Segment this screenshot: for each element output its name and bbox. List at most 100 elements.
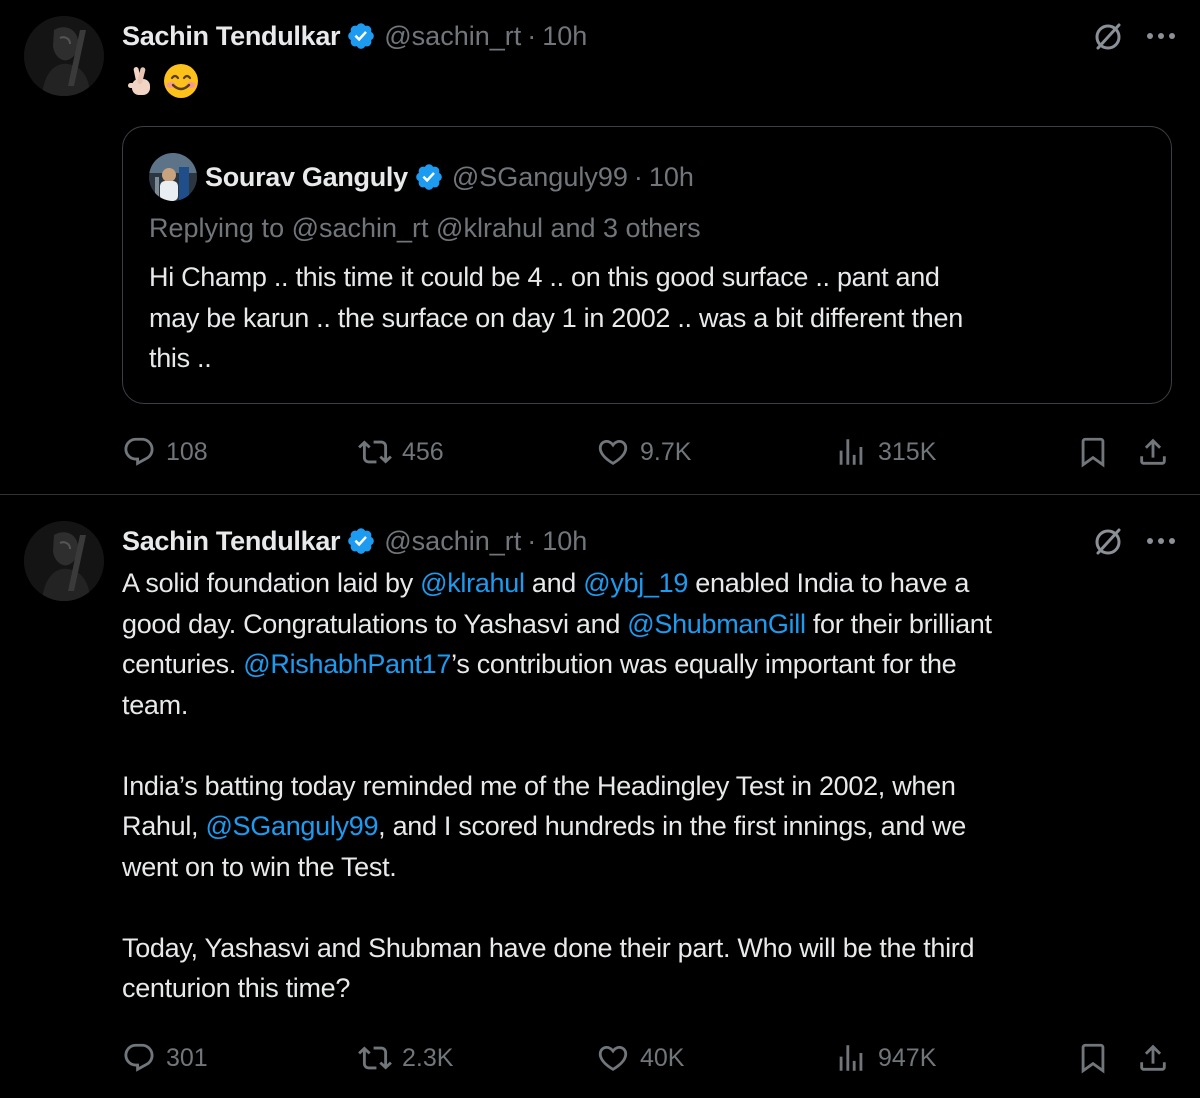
bookmark-button[interactable] <box>1076 1038 1110 1078</box>
grok-icon[interactable] <box>1092 525 1124 557</box>
like-count: 40K <box>640 1043 685 1072</box>
views-analytics-icon <box>839 1045 863 1071</box>
reply-button[interactable]: 301 <box>122 1038 208 1078</box>
tweet-text-line: team. <box>122 689 189 720</box>
tweet[interactable]: Sachin Tendulkar @sachin_rt · 10h <box>0 495 1200 1098</box>
more-options-icon[interactable] <box>1146 537 1176 545</box>
like-count: 9.7K <box>640 437 692 466</box>
grok-icon[interactable] <box>1092 20 1124 52</box>
bookmark-button[interactable] <box>1076 432 1110 472</box>
views-count: 947K <box>878 1043 937 1072</box>
tweet-text-line: went on to win the Test. <box>122 851 397 882</box>
retweet-count: 2.3K <box>402 1043 454 1072</box>
verified-badge-icon <box>414 162 444 192</box>
tweet-text-line: good day. Congratulations to Yashasvi an… <box>122 604 1182 645</box>
separator-dot: · <box>633 161 643 192</box>
verified-badge-icon <box>346 526 376 556</box>
separator-dot: · <box>527 20 537 51</box>
views-count: 315K <box>878 437 937 466</box>
share-button[interactable] <box>1136 1038 1170 1078</box>
tweet-time[interactable]: 10h <box>542 526 587 557</box>
quote-time[interactable]: 10h <box>649 162 694 193</box>
retweet-icon <box>358 440 392 464</box>
like-heart-icon <box>598 1045 628 1071</box>
author-handle[interactable]: @sachin_rt <box>384 526 521 557</box>
reply-button[interactable]: 108 <box>122 432 208 472</box>
quote-header: Sourav Ganguly @SGanguly99 · 10h <box>205 157 694 197</box>
tweet-action-bar: 301 2.3K 40K 947K <box>122 1038 1182 1078</box>
tweet-text-line: centuries. @RishabhPant17’s contribution… <box>122 644 1182 685</box>
more-options-icon[interactable] <box>1146 32 1176 40</box>
text-span: ’s contribution was equally important fo… <box>451 649 957 679</box>
author-name[interactable]: Sachin Tendulkar <box>122 526 341 557</box>
views-button[interactable]: 315K <box>834 432 936 472</box>
text-span: , and I scored hundreds in the first inn… <box>378 811 966 841</box>
reply-count: 108 <box>166 437 208 466</box>
mention-link[interactable]: @ybj_19 <box>583 568 688 598</box>
text-span: and <box>524 568 584 598</box>
views-analytics-icon <box>839 439 863 465</box>
tweet-text-line: centurion this time? <box>122 973 351 1003</box>
replying-to[interactable]: Replying to @sachin_rt @klrahul and 3 ot… <box>149 213 701 244</box>
share-button[interactable] <box>1136 432 1170 472</box>
quote-author-handle[interactable]: @SGanguly99 <box>452 162 628 193</box>
text-span: enabled India to have a <box>688 568 970 598</box>
timeline-feed: Sachin Tendulkar @sachin_rt · 10h Sourav… <box>0 0 1200 1098</box>
quote-text-line: this .. <box>149 343 212 373</box>
avatar-photo <box>24 16 104 96</box>
quote-text: Hi Champ .. this time it could be 4 .. o… <box>149 257 1149 379</box>
mention-link[interactable]: @ShubmanGill <box>627 609 806 639</box>
views-button[interactable]: 947K <box>834 1038 936 1078</box>
text-span: for their brilliant <box>805 608 992 639</box>
share-icon <box>1140 1044 1166 1071</box>
reply-count: 301 <box>166 1043 208 1072</box>
smiling-face-emoji <box>162 62 200 105</box>
like-button[interactable]: 40K <box>596 1038 684 1078</box>
quote-text-line: Hi Champ .. this time it could be 4 .. o… <box>149 262 940 292</box>
author-name[interactable]: Sachin Tendulkar <box>122 21 341 52</box>
tweet-time[interactable]: 10h <box>542 21 587 52</box>
text-span: centuries. <box>122 649 244 679</box>
bookmark-icon <box>1081 1043 1105 1074</box>
quote-avatar-photo <box>149 153 197 201</box>
tweet-text-line: India’s batting today reminded me of the… <box>122 770 956 801</box>
quote-author-avatar[interactable] <box>149 153 197 201</box>
tweet-top-actions <box>1092 521 1176 561</box>
tweet-emoji-text <box>122 62 200 105</box>
retweet-count: 456 <box>402 437 444 466</box>
tweet-header: Sachin Tendulkar @sachin_rt · 10h <box>122 16 587 56</box>
tweet-body: A solid foundation laid by @klrahul and … <box>122 563 1182 1009</box>
like-heart-icon <box>598 439 628 465</box>
tweet-text-line: Rahul, @SGanguly99, and I scored hundred… <box>122 806 1182 847</box>
bookmark-icon <box>1081 437 1105 468</box>
avatar-photo <box>24 521 104 601</box>
text-span: A solid foundation laid by <box>122 568 421 598</box>
quote-text-line: may be karun .. the surface on day 1 in … <box>149 302 963 333</box>
tweet-top-actions <box>1092 16 1176 56</box>
verified-badge-icon <box>346 21 376 51</box>
tweet[interactable]: Sachin Tendulkar @sachin_rt · 10h <box>0 0 1200 495</box>
mention-link[interactable]: @klrahul <box>420 568 525 598</box>
tweet-header: Sachin Tendulkar @sachin_rt · 10h <box>122 521 587 561</box>
author-avatar[interactable] <box>24 16 104 96</box>
retweet-button[interactable]: 456 <box>358 432 444 472</box>
share-icon <box>1140 438 1166 465</box>
reply-icon <box>124 437 154 466</box>
quoted-tweet[interactable]: Sourav Ganguly @SGanguly99 · 10h Replyin… <box>122 126 1172 404</box>
tweet-action-bar: 108 456 9.7K 315K <box>122 432 1182 472</box>
quote-author-name[interactable]: Sourav Ganguly <box>205 162 408 193</box>
tweet-text-line: A solid foundation laid by @klrahul and … <box>122 563 1182 604</box>
reply-icon <box>124 1043 154 1072</box>
separator-dot: · <box>527 525 537 556</box>
mention-link[interactable]: @RishabhPant17 <box>243 649 451 679</box>
retweet-button[interactable]: 2.3K <box>358 1038 453 1078</box>
author-handle[interactable]: @sachin_rt <box>384 21 521 52</box>
tweet-text-line: Today, Yashasvi and Shubman have done th… <box>122 932 975 963</box>
text-span: Rahul, <box>122 811 206 841</box>
like-button[interactable]: 9.7K <box>596 432 691 472</box>
text-span: good day. Congratulations to Yashasvi an… <box>122 608 628 639</box>
author-avatar[interactable] <box>24 521 104 601</box>
mention-link[interactable]: @SGanguly99 <box>205 811 378 841</box>
